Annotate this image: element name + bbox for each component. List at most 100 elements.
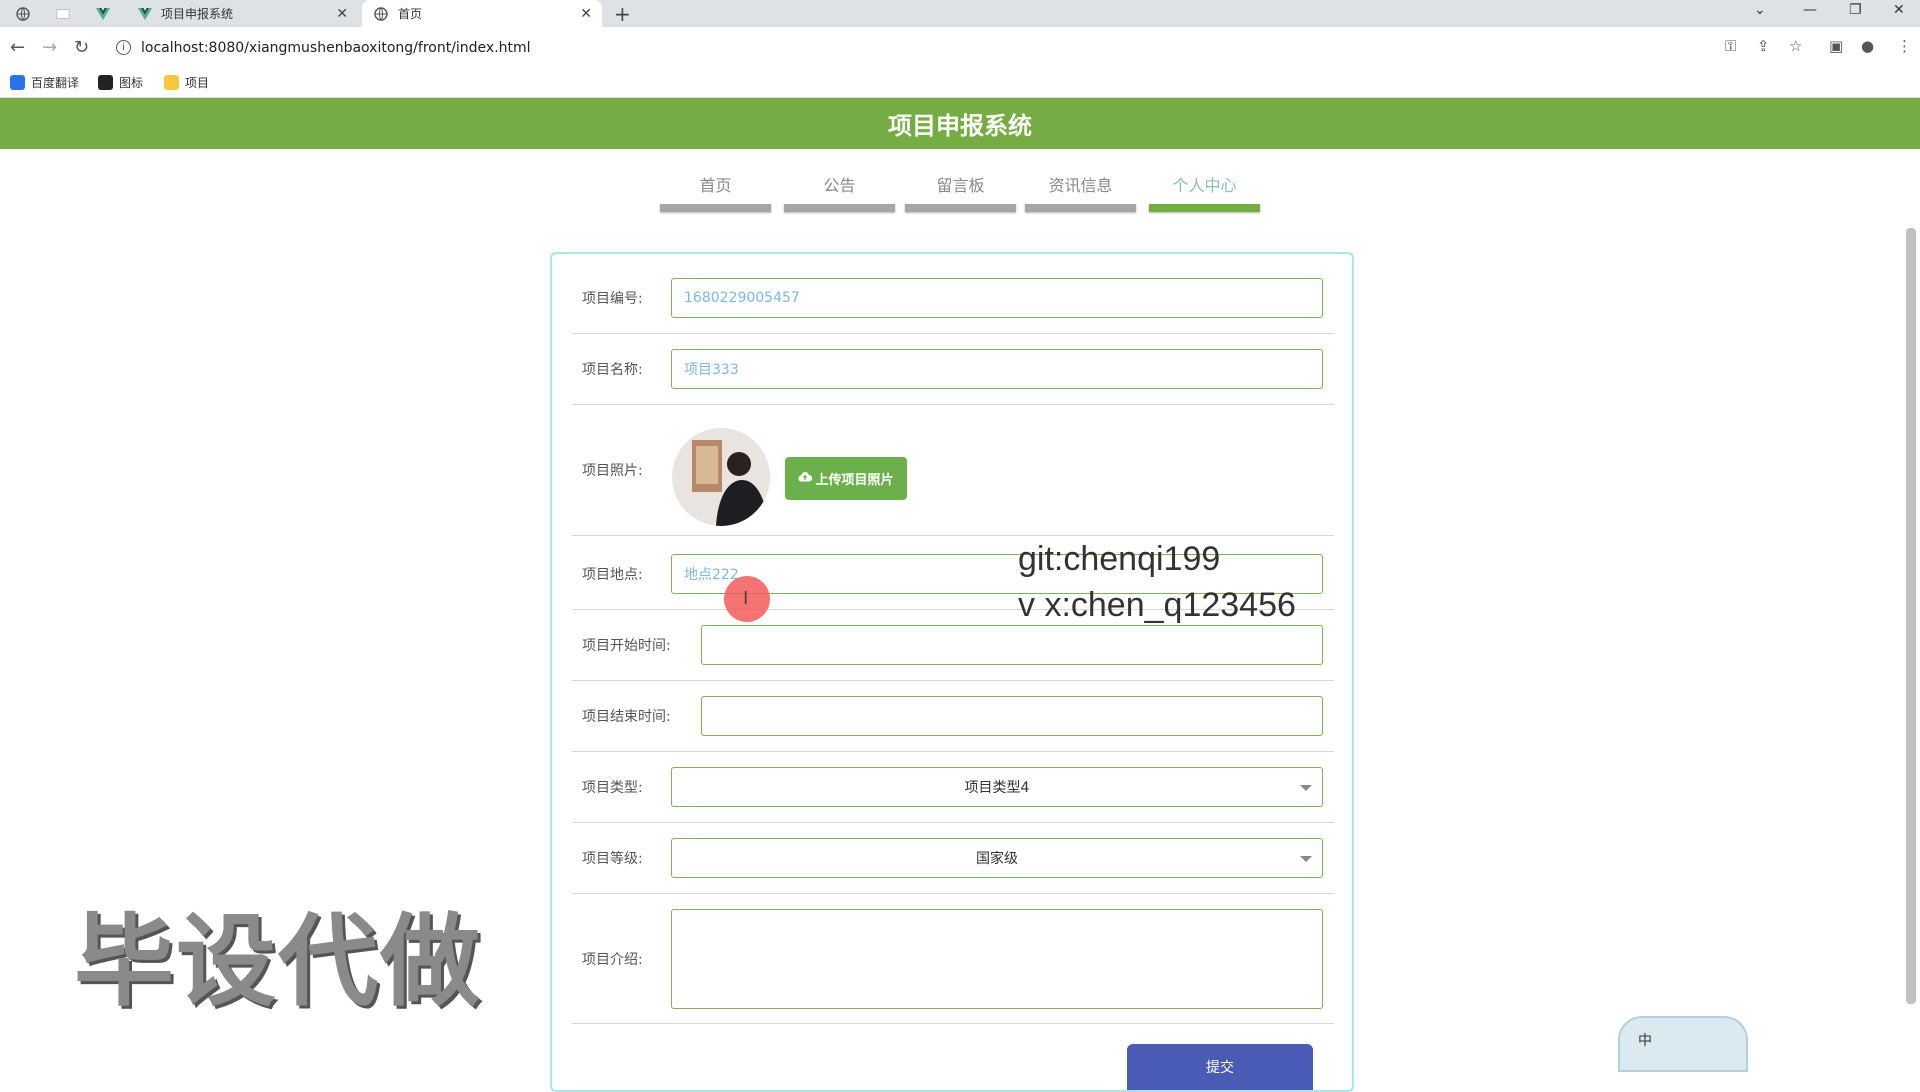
field-label: 项目结束时间: [582, 709, 671, 725]
select-value: 国家级 [976, 851, 1018, 867]
select-value: 项目类型4 [964, 780, 1030, 796]
input-value: 1680229005457 [684, 290, 800, 306]
forward-arrow-icon[interactable]: → [42, 37, 57, 58]
site-title-banner: 项目申报系统 [0, 98, 1920, 149]
tab-search-chevron-icon[interactable]: ⌄ [1754, 2, 1766, 18]
nav-personal-center[interactable]: 个人中心 [1149, 165, 1260, 212]
nav-label: 首页 [699, 176, 732, 195]
main-nav: 首页 公告 留言板 资讯信息 个人中心 [660, 165, 1260, 212]
close-window-icon[interactable]: ✕ [1893, 2, 1905, 18]
bookmark-folder-project[interactable]: 项目 [164, 74, 209, 91]
submit-label: 提交 [1206, 1060, 1234, 1076]
folder-icon [164, 75, 179, 90]
browser-tab-3[interactable] [80, 0, 126, 27]
key-icon[interactable]: ⚿ [1725, 37, 1736, 55]
field-row-photo: 项目照片: 上传项目照片 [572, 406, 1334, 536]
project-name-input[interactable]: 项目333 [671, 349, 1323, 389]
field-row-end-time: 项目结束时间: [572, 696, 1334, 752]
back-arrow-icon[interactable]: ← [10, 37, 25, 58]
field-row-intro: 项目介绍: [572, 909, 1334, 1024]
bookmark-label: 百度翻译 [31, 76, 80, 90]
side-panel-icon[interactable]: ▣ [1829, 37, 1843, 55]
field-label: 项目类型: [582, 780, 643, 796]
nav-home[interactable]: 首页 [660, 165, 771, 212]
field-label: 项目编号: [582, 291, 643, 307]
nav-underline [784, 204, 895, 212]
browser-tab-5-active[interactable]: 首页 ✕ [362, 0, 602, 27]
nav-label: 留言板 [936, 176, 985, 195]
submit-button[interactable]: 提交 [1127, 1044, 1313, 1090]
globe-icon [16, 6, 30, 21]
project-photo-thumbnail [672, 428, 770, 526]
field-row-number: 项目编号: 1680229005457 [572, 278, 1334, 334]
nav-underline-active [1149, 204, 1260, 212]
bookmark-baidu-translate[interactable]: 百度翻译 [10, 74, 79, 91]
close-tab-icon[interactable]: ✕ [580, 6, 592, 22]
large-watermark: 毕设代做 [74, 903, 482, 1020]
bookmark-label: 图标 [119, 76, 144, 90]
project-type-select[interactable]: 项目类型4 [671, 767, 1323, 807]
field-row-level: 项目等级: 国家级 [572, 838, 1334, 894]
ime-toolbar[interactable]: 中 [1618, 1016, 1748, 1072]
globe-icon [374, 6, 388, 21]
nav-underline [660, 204, 771, 212]
field-row-start-time: 项目开始时间: [572, 625, 1334, 681]
nav-label: 资讯信息 [1048, 176, 1113, 195]
nav-underline [1025, 204, 1136, 212]
text-cursor-icon: I [743, 588, 749, 609]
field-label: 项目等级: [582, 851, 643, 867]
kebab-menu-icon[interactable]: ⋮ [1897, 37, 1912, 55]
vue-logo-icon [138, 7, 152, 21]
field-row-type: 项目类型: 项目类型4 [572, 767, 1334, 823]
start-time-input[interactable] [701, 625, 1323, 665]
project-number-input[interactable]: 1680229005457 [671, 278, 1323, 318]
image-icon [98, 75, 113, 90]
vue-logo-icon [96, 7, 110, 21]
share-icon[interactable]: ⇪ [1757, 37, 1770, 55]
field-label: 项目介绍: [582, 952, 643, 968]
field-label: 项目名称: [582, 362, 643, 378]
nav-label: 个人中心 [1172, 176, 1237, 195]
watermark-line-2: v x:chen_q123456 [1018, 586, 1296, 624]
chevron-down-icon [1300, 856, 1312, 862]
nav-underline [905, 204, 1016, 212]
site-title: 项目申报系统 [888, 112, 1032, 140]
watermark-line-1: git:chenqi199 [1018, 540, 1221, 578]
nav-news[interactable]: 资讯信息 [1025, 165, 1136, 212]
close-tab-icon[interactable]: ✕ [336, 6, 348, 22]
browser-tab-title: 项目申报系统 [161, 7, 234, 21]
upload-photo-button[interactable]: 上传项目照片 [785, 457, 907, 500]
nav-message-board[interactable]: 留言板 [905, 165, 1016, 212]
field-label: 项目照片: [582, 463, 643, 479]
upload-button-label: 上传项目照片 [815, 473, 894, 488]
bookmark-star-icon[interactable]: ☆ [1789, 37, 1802, 55]
site-info-icon[interactable]: i [116, 40, 131, 55]
address-bar-row: ← → ↻ i localhost:8080/xiangmushenbaoxit… [0, 27, 1920, 68]
new-tab-button[interactable]: + [614, 2, 631, 26]
project-form-panel: 项目编号: 1680229005457 项目名称: 项目333 项目照片: 上传… [550, 252, 1354, 1092]
nav-label: 公告 [823, 176, 856, 195]
url-omnibox[interactable]: i localhost:8080/xiangmushenbaoxitong/fr… [106, 33, 1706, 62]
field-label: 项目开始时间: [582, 638, 671, 654]
browser-tab-title: 首页 [398, 7, 423, 21]
translate-icon [10, 75, 25, 90]
end-time-input[interactable] [701, 696, 1323, 736]
restore-icon[interactable]: ❐ [1849, 2, 1862, 18]
project-level-select[interactable]: 国家级 [671, 838, 1323, 878]
field-label: 项目地点: [582, 567, 643, 583]
bookmark-label: 项目 [185, 76, 210, 90]
project-intro-textarea[interactable] [671, 909, 1323, 1009]
chevron-down-icon [1300, 785, 1312, 791]
blank-page-icon [56, 7, 70, 21]
nav-notice[interactable]: 公告 [784, 165, 895, 212]
bookmark-icons[interactable]: 图标 [98, 74, 143, 91]
reload-icon[interactable]: ↻ [74, 37, 89, 58]
field-row-name: 项目名称: 项目333 [572, 349, 1334, 405]
bookmarks-bar: 百度翻译 图标 项目 [0, 68, 1920, 98]
cloud-upload-icon [798, 471, 813, 486]
profile-avatar-icon[interactable]: ● [1861, 37, 1874, 55]
page-scrollbar[interactable] [1906, 228, 1916, 1004]
minimize-icon[interactable]: — [1803, 2, 1817, 18]
browser-tab-4[interactable]: 项目申报系统 ✕ [128, 0, 358, 27]
url-text: localhost:8080/xiangmushenbaoxitong/fron… [141, 39, 531, 56]
